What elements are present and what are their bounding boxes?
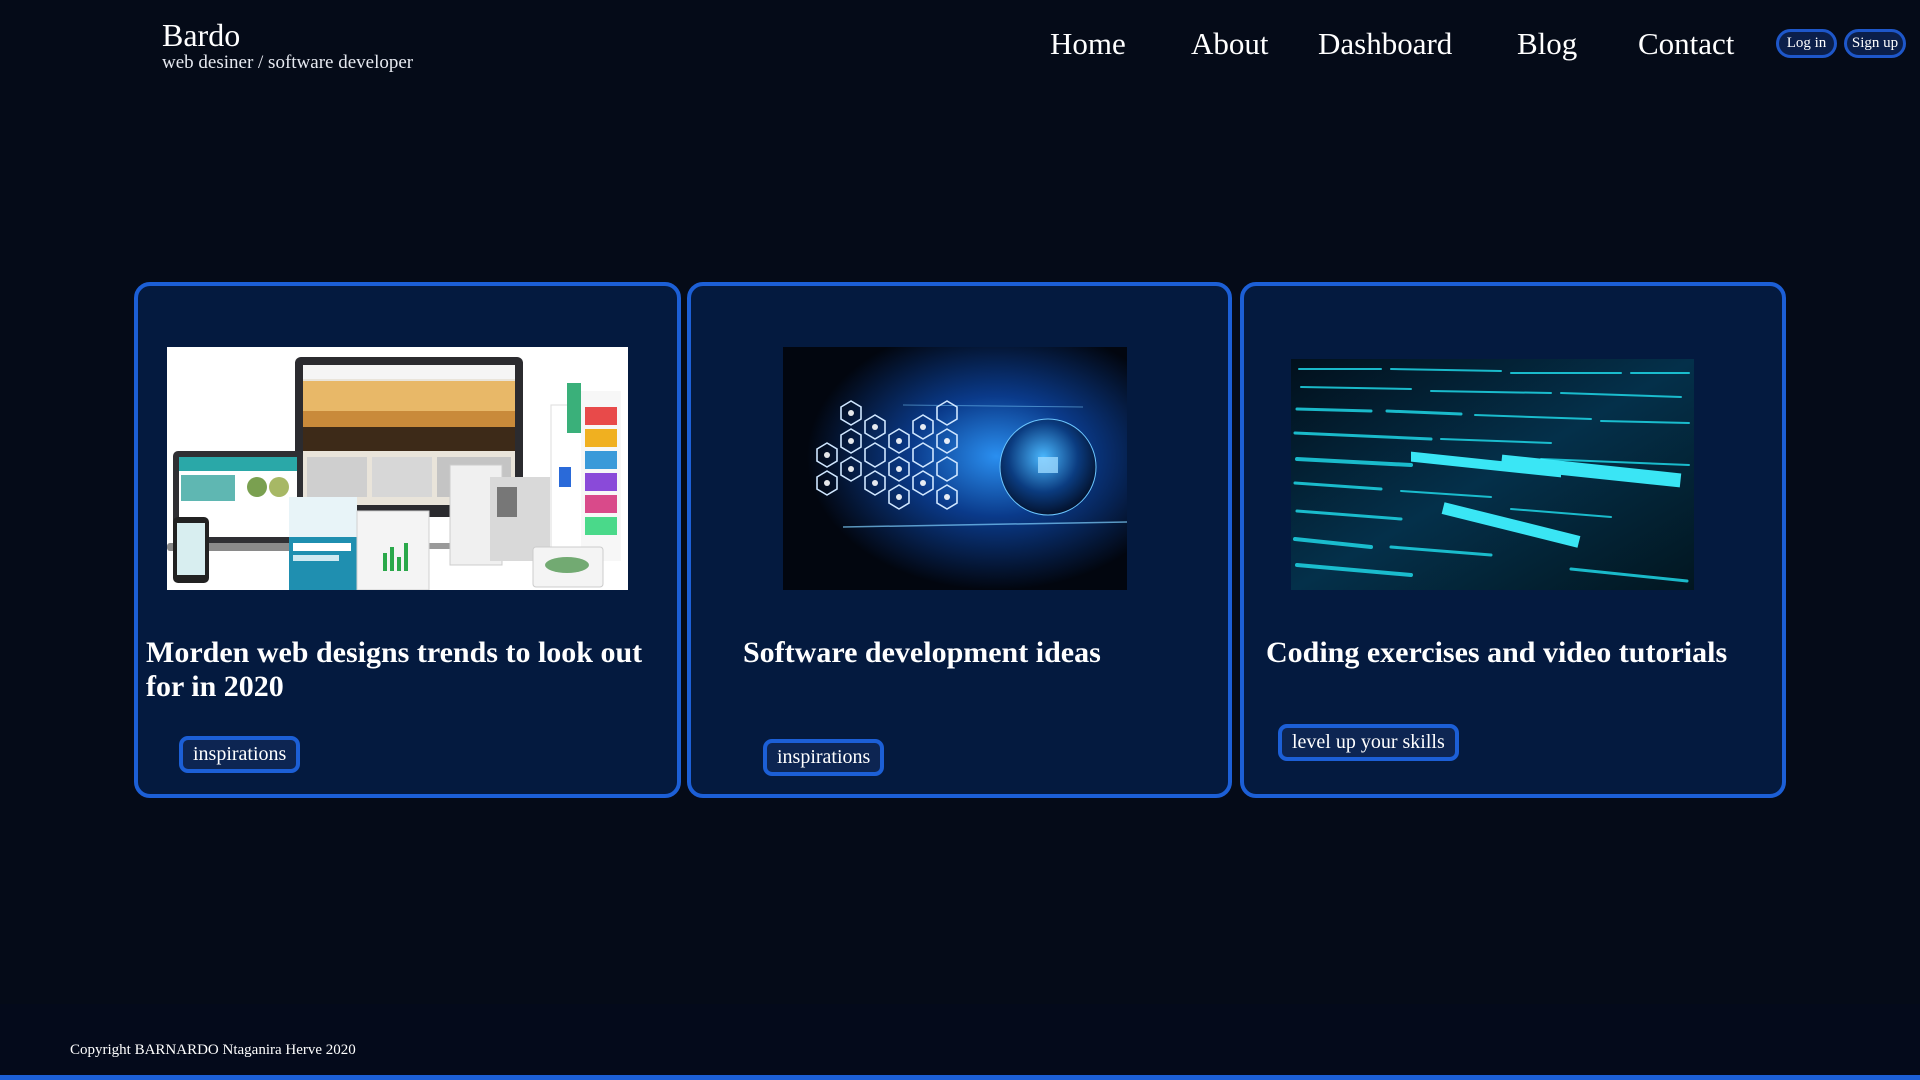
category-tag[interactable]: inspirations: [763, 739, 885, 776]
copyright-text: Copyright BARNARDO Ntaganira Herve 2020: [70, 1042, 356, 1058]
signup-button[interactable]: Sign up: [1844, 29, 1906, 58]
login-button[interactable]: Log in: [1776, 29, 1837, 58]
article-card-software-ideas[interactable]: Software development ideas inspirations: [687, 282, 1232, 798]
web-design-devices-image[interactable]: [167, 347, 628, 590]
card-title[interactable]: Software development ideas: [743, 636, 1213, 670]
nav-contact-link[interactable]: Contact: [1638, 26, 1734, 62]
card-title[interactable]: Morden web designs trends to look out fo…: [146, 636, 676, 704]
category-tag[interactable]: level up your skills: [1278, 724, 1459, 761]
page: Bardo web desiner / software developer H…: [0, 0, 1920, 1080]
footer-accent-line: [0, 1075, 1920, 1080]
site-footer: Copyright BARNARDO Ntaganira Herve 2020: [0, 1004, 1920, 1080]
article-card-coding-exercises[interactable]: Coding exercises and video tutorials lev…: [1240, 282, 1786, 798]
article-card-web-design[interactable]: Morden web designs trends to look out fo…: [134, 282, 681, 798]
nav-home-link[interactable]: Home: [1050, 26, 1126, 62]
main-nav: Home About Dashboard Blog Contact: [0, 0, 1920, 88]
nav-blog-link[interactable]: Blog: [1517, 26, 1577, 62]
code-matrix-image[interactable]: [1291, 359, 1694, 590]
nav-dashboard-link[interactable]: Dashboard: [1318, 26, 1452, 62]
card-title[interactable]: Coding exercises and video tutorials: [1266, 636, 1766, 670]
nav-about-link[interactable]: About: [1191, 26, 1269, 62]
technology-globe-image[interactable]: [783, 347, 1127, 590]
category-tag[interactable]: inspirations: [179, 736, 301, 773]
